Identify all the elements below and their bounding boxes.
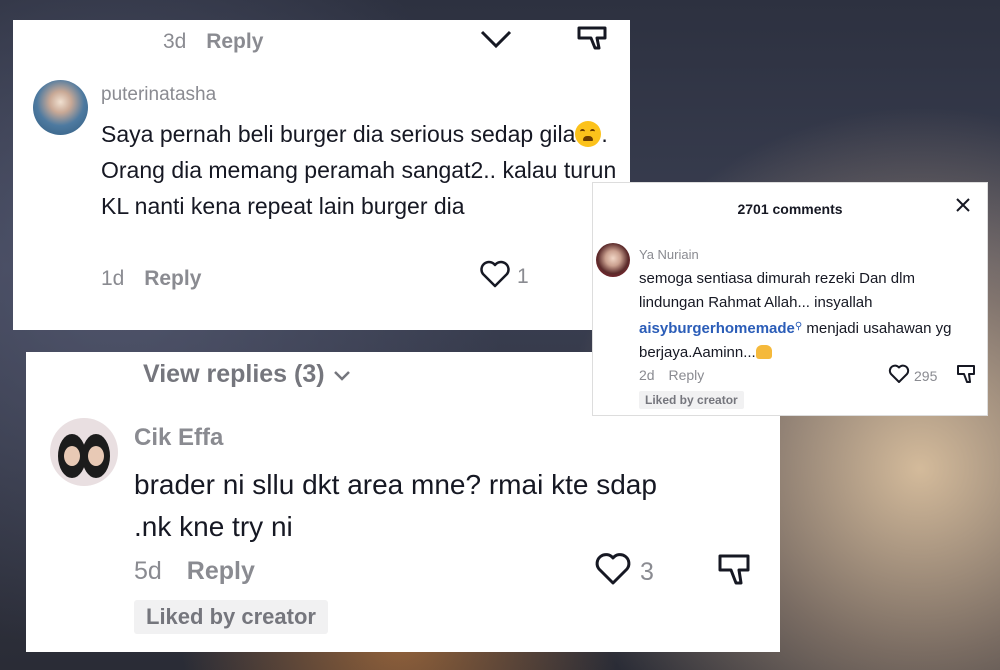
liked-by-creator-badge: Liked by creator — [134, 600, 328, 634]
comment-meta: 2d Reply — [639, 367, 714, 383]
mention-link[interactable]: aisyburgerhomemade — [639, 320, 795, 337]
comment-text-part1: Saya pernah beli burger dia serious seda… — [101, 121, 576, 147]
reply-button[interactable]: Reply — [187, 557, 255, 585]
comment-time: 2d — [639, 367, 655, 383]
comment-username[interactable]: puterinatasha — [101, 84, 216, 106]
like-count: 3 — [640, 558, 654, 586]
search-icon: ⚲ — [794, 321, 803, 332]
comment-username[interactable]: Cik Effa — [134, 424, 223, 452]
reply-button[interactable]: Reply — [206, 30, 263, 53]
comment-meta: 5d Reply — [134, 557, 273, 586]
heart-icon — [479, 260, 511, 294]
comment-text: brader ni sllu dkt area mne? rmai kte sd… — [134, 469, 657, 542]
avatar[interactable] — [33, 80, 88, 135]
comment-time: 1d — [101, 267, 125, 290]
previous-comment-meta: 3d Reply — [163, 30, 277, 54]
liked-by-creator-badge: Liked by creator — [639, 391, 744, 409]
dislike-icon[interactable] — [575, 26, 609, 57]
avatar[interactable] — [50, 418, 118, 486]
comment-meta: 1d Reply — [101, 267, 215, 291]
heart-icon — [888, 364, 910, 387]
comment-text: semoga sentiasa dimurah rezeki Dan dlm l… — [639, 267, 979, 365]
emoji-hands-icon — [755, 345, 772, 359]
like-count: 1 — [517, 265, 529, 288]
reply-button[interactable]: Reply — [668, 367, 704, 383]
view-replies-button[interactable]: View replies (3) — [143, 360, 351, 389]
comment-time: 3d — [163, 30, 187, 53]
comment-text-part1: semoga sentiasa dimurah rezeki Dan dlm l… — [639, 270, 915, 311]
view-replies-label: View replies (3) — [143, 360, 325, 388]
reply-button[interactable]: Reply — [144, 267, 201, 290]
avatar[interactable] — [596, 243, 630, 277]
like-button[interactable]: 295 — [888, 364, 937, 387]
close-icon[interactable] — [955, 197, 971, 218]
comments-count-header: 2701 comments — [737, 201, 843, 217]
comment-card-puterinatasha: 3d Reply puterinatasha Saya pernah beli … — [13, 20, 630, 330]
comment-text: Saya pernah beli burger dia serious seda… — [101, 116, 621, 224]
dislike-icon[interactable] — [955, 364, 977, 389]
comment-time: 5d — [134, 557, 162, 585]
dislike-icon[interactable] — [716, 553, 752, 592]
emoji-weary-icon — [575, 121, 602, 147]
chevron-down-icon — [333, 360, 351, 389]
comment-username[interactable]: Ya Nuriain — [639, 247, 699, 262]
heart-icon — [594, 552, 632, 593]
like-button[interactable]: 1 — [479, 260, 529, 294]
chevron-down-icon[interactable] — [479, 28, 513, 55]
like-count: 295 — [914, 367, 938, 384]
comments-panel: 2701 comments Ya Nuriain semoga sentiasa… — [592, 182, 988, 416]
like-button[interactable]: 3 — [594, 552, 654, 593]
